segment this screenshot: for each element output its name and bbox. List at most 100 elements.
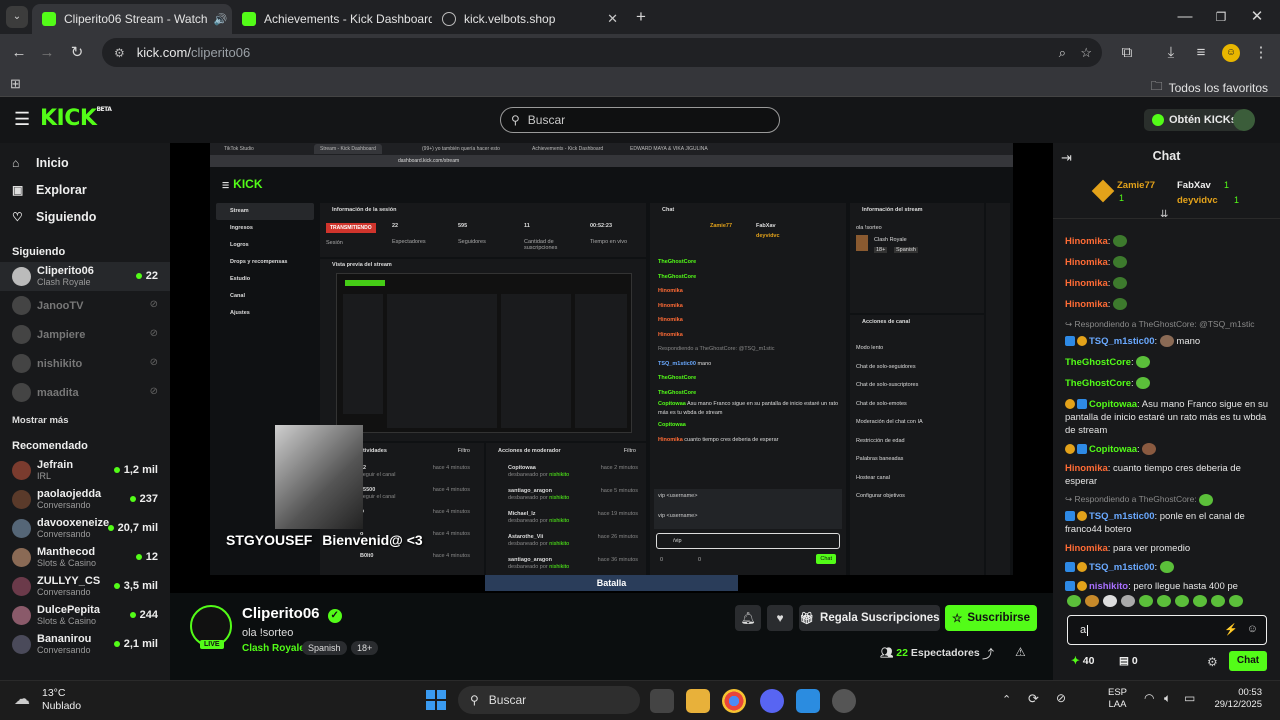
window-close-button[interactable]: ✕ (1246, 6, 1268, 28)
chat-username[interactable]: TSQ_m1stic00 (1089, 511, 1154, 522)
emote-icon[interactable] (1139, 595, 1153, 607)
emote-icon[interactable] (1211, 595, 1225, 607)
chat-username[interactable]: Copitowaa (1089, 444, 1137, 455)
forward-icon[interactable]: → (36, 42, 58, 64)
chat-username[interactable]: Hinomika (1065, 278, 1108, 289)
chat-username[interactable]: TheGhostCore (1065, 357, 1131, 368)
tag-chip[interactable]: Spanish (302, 641, 347, 655)
url-bar[interactable]: ⚙ kick.com/cliperito06 ⌕ ☆ (102, 38, 1102, 67)
taskbar-search[interactable]: ⚲ Buscar (458, 686, 640, 714)
emote-icon[interactable] (1175, 595, 1189, 607)
download-icon[interactable]: ⤓ (1160, 42, 1182, 64)
heart-follow-icon[interactable]: ♥ (767, 605, 793, 631)
channel-name[interactable]: Cliperito06 (242, 605, 320, 622)
recommended-channel[interactable]: paolaojedda Conversando 237 (0, 485, 170, 514)
emote-icon[interactable] (1229, 595, 1243, 607)
recommended-channel[interactable]: ZULLYY_CS Conversando 3,5 mil (0, 572, 170, 601)
obs-icon[interactable] (832, 689, 856, 713)
vscode-icon[interactable] (796, 689, 820, 713)
emote-icon[interactable] (1103, 595, 1117, 607)
share-icon[interactable]: ⤴ (982, 645, 994, 662)
chat-input[interactable]: a ⚡ ☺ (1067, 615, 1267, 645)
task-view-icon[interactable] (650, 689, 674, 713)
back-icon[interactable]: ← (8, 42, 30, 64)
chrome-icon[interactable] (722, 689, 746, 713)
chat-username[interactable]: TSQ_m1stic00 (1089, 562, 1154, 573)
tab-achievements[interactable]: Achievements - Kick Dashboard ✕ (232, 4, 432, 34)
speaker-icon[interactable]: 🔊 (208, 13, 228, 26)
tab-cliperito-stream[interactable]: Cliperito06 Stream - Watch 🔊 ✕ (32, 4, 232, 34)
nav-siguiendo[interactable]: ♡ Siguiendo (0, 203, 170, 230)
show-more-link[interactable]: Mostrar más (0, 407, 170, 426)
media-control-icon[interactable]: ≡ (1190, 42, 1212, 64)
chat-username[interactable]: Hinomika (1065, 463, 1108, 474)
recommended-channel[interactable]: Manthecod Slots & Casino 12 (0, 543, 170, 572)
following-channel-nishikito[interactable]: nishikito ⊘ (0, 349, 170, 378)
chat-username[interactable]: Copitowaa (1089, 399, 1137, 410)
chat-username[interactable]: TheGhostCore (1065, 378, 1131, 389)
wifi-icon[interactable]: ◠ (1144, 691, 1154, 705)
new-tab-button[interactable]: + (630, 6, 652, 28)
emote-icon[interactable] (1085, 595, 1099, 607)
stream-category[interactable]: Clash Royale (242, 643, 305, 654)
mic-muted-icon[interactable]: ⊘ (1056, 691, 1066, 705)
menu-kebab-icon[interactable]: ⋮ (1250, 42, 1272, 64)
tab-velbots[interactable]: kick.velbots.shop ✕ (432, 4, 628, 34)
emoji-picker-icon[interactable]: ☺ (1247, 623, 1258, 635)
kick-search-input[interactable]: ⚲ Buscar (500, 107, 780, 133)
reload-icon[interactable]: ↻ (66, 42, 88, 64)
subscribe-button[interactable]: ☆ Suscribirse (945, 605, 1037, 631)
emote-icon[interactable] (1067, 595, 1081, 607)
report-warning-icon[interactable]: ⚠ (1015, 645, 1026, 659)
nav-explorar[interactable]: ▣ Explorar (0, 176, 170, 203)
chat-username[interactable]: Hinomika (1065, 257, 1108, 268)
language-indicator[interactable]: ESP LAA (1108, 687, 1127, 711)
quick-emote-icon[interactable]: ⚡ (1224, 623, 1238, 636)
nav-inicio[interactable]: ⌂ Inicio (0, 149, 170, 176)
volume-icon[interactable]: 🔈︎ (1164, 691, 1171, 706)
following-channel-cliperito06[interactable]: Cliperito06 Clash Royale 22 (0, 262, 170, 291)
recommended-channel[interactable]: davooxeneize Conversando 20,7 mil (0, 514, 170, 543)
chat-settings-gear-icon[interactable]: ⚙ (1207, 655, 1218, 669)
chat-username[interactable]: Hinomika (1065, 236, 1108, 247)
emote-icon[interactable] (1193, 595, 1207, 607)
maximize-button[interactable]: ❐ (1210, 6, 1232, 28)
site-info-icon[interactable]: ⚙ (114, 46, 125, 60)
tag-chip[interactable]: 18+ (351, 641, 379, 655)
kicks-balance[interactable]: ▤ 0 (1119, 655, 1138, 667)
notification-bell-icon[interactable]: 🔔︎ (735, 605, 761, 631)
tab-search-button[interactable]: ⌄ (6, 6, 28, 28)
bookmark-star-icon[interactable]: ☆ (1080, 45, 1092, 61)
following-channel-maadita[interactable]: maadita ⊘ (0, 378, 170, 407)
discord-icon[interactable] (760, 689, 784, 713)
battery-icon[interactable]: ▭ (1184, 691, 1195, 705)
kick-logo[interactable]: KICKBETA (40, 106, 112, 131)
sync-icon[interactable]: ⟳ (1028, 691, 1039, 707)
recommended-channel[interactable]: Jefrain IRL 1,2 mil (0, 456, 170, 485)
recommended-channel[interactable]: Bananirou Conversando 2,1 mil (0, 630, 170, 659)
emote-icon[interactable] (1157, 595, 1171, 607)
minimize-button[interactable]: — (1174, 6, 1196, 28)
hamburger-menu-icon[interactable]: ☰ (14, 109, 30, 130)
chat-username[interactable]: Hinomika (1065, 299, 1108, 310)
close-icon[interactable]: ✕ (599, 11, 618, 27)
user-avatar[interactable] (1233, 109, 1255, 131)
zoom-icon[interactable]: ⌕ (1059, 45, 1066, 61)
following-channel-janootv[interactable]: JanooTV ⊘ (0, 291, 170, 320)
tray-chevron-icon[interactable]: ⌃ (1002, 693, 1011, 706)
file-explorer-icon[interactable] (686, 689, 710, 713)
extensions-icon[interactable]: ⧉ (1116, 42, 1138, 64)
get-kicks-button[interactable]: Obtén KICKs (1144, 109, 1245, 131)
profile-avatar[interactable]: ☺ (1222, 44, 1240, 62)
chat-username[interactable]: nishikito (1089, 581, 1128, 591)
chat-username[interactable]: TSQ_m1stic00 (1089, 336, 1154, 347)
clock[interactable]: 00:53 29/12/2025 (1208, 687, 1262, 711)
following-channel-jampiere[interactable]: Jampiere ⊘ (0, 320, 170, 349)
all-bookmarks-folder[interactable]: 🗀 Todos los favoritos (1151, 77, 1268, 98)
weather-widget[interactable]: ☁ (14, 689, 38, 709)
expand-pinned-icon[interactable]: ⇊ (1160, 209, 1168, 220)
channel-points[interactable]: ✦ 40 (1071, 655, 1094, 667)
chat-username[interactable]: Hinomika (1065, 543, 1108, 554)
emote-icon[interactable] (1121, 595, 1135, 607)
apps-grid-icon[interactable]: ⊞ (10, 76, 21, 92)
